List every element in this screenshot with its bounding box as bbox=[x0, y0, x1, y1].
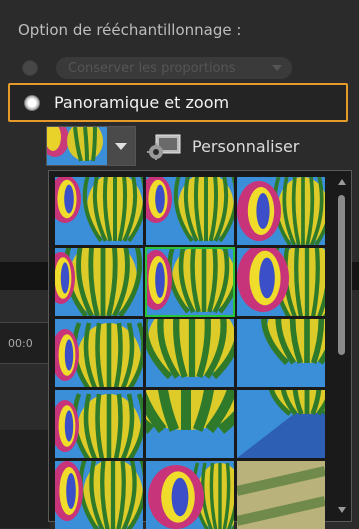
customize-label: Personnaliser bbox=[192, 136, 300, 156]
preset-thumbnail-12[interactable] bbox=[237, 390, 325, 458]
keep-proportions-select: Conserver les proportions bbox=[56, 57, 292, 79]
preset-thumbnail-4[interactable] bbox=[55, 248, 143, 316]
preset-thumbnail bbox=[47, 127, 107, 165]
scroll-up-arrow-icon[interactable] bbox=[338, 179, 346, 185]
preset-dropdown-button[interactable] bbox=[46, 126, 136, 166]
chevron-down-icon bbox=[115, 142, 127, 150]
customize-button[interactable]: Personnaliser bbox=[146, 128, 299, 164]
preset-thumbnail-15[interactable] bbox=[237, 461, 325, 529]
radio-keep-proportions bbox=[22, 60, 38, 76]
preset-thumbnail-1[interactable] bbox=[55, 177, 143, 245]
preset-gallery bbox=[48, 170, 352, 529]
timecode-display: 00:0 bbox=[8, 337, 33, 350]
gallery-scrollbar[interactable] bbox=[335, 175, 349, 517]
preset-thumbnail-9[interactable] bbox=[237, 319, 325, 387]
preset-thumbnail-7[interactable] bbox=[55, 319, 143, 387]
preset-thumbnail-8[interactable] bbox=[146, 319, 234, 387]
scroll-down-arrow-icon[interactable] bbox=[338, 507, 346, 513]
keep-proportions-label: Conserver les proportions bbox=[68, 60, 236, 76]
preset-thumbnail-14[interactable] bbox=[146, 461, 234, 529]
option-keep-proportions: Conserver les proportions bbox=[10, 50, 292, 86]
customize-gear-icon bbox=[146, 132, 182, 160]
option-pan-and-zoom[interactable]: Panoramique et zoom bbox=[8, 83, 348, 122]
preset-thumbnail-11[interactable] bbox=[146, 390, 234, 458]
chevron-down-icon bbox=[272, 65, 282, 71]
radio-pan-and-zoom[interactable] bbox=[24, 94, 40, 111]
preset-thumbnail-5[interactable] bbox=[145, 247, 235, 317]
preset-thumbnail-13[interactable] bbox=[55, 461, 143, 529]
preset-grid bbox=[55, 177, 325, 529]
preset-thumbnail-6[interactable] bbox=[237, 248, 325, 316]
pan-and-zoom-label: Panoramique et zoom bbox=[54, 93, 230, 112]
preset-thumbnail-10[interactable] bbox=[55, 390, 143, 458]
preset-thumbnail-2[interactable] bbox=[146, 177, 234, 245]
dropdown-arrow-area[interactable] bbox=[107, 127, 135, 165]
timeline-background bbox=[0, 430, 50, 528]
preset-thumbnail-3[interactable] bbox=[237, 177, 325, 245]
resample-option-label: Option de rééchantillonnage : bbox=[18, 21, 242, 39]
scroll-thumb[interactable] bbox=[338, 195, 345, 355]
